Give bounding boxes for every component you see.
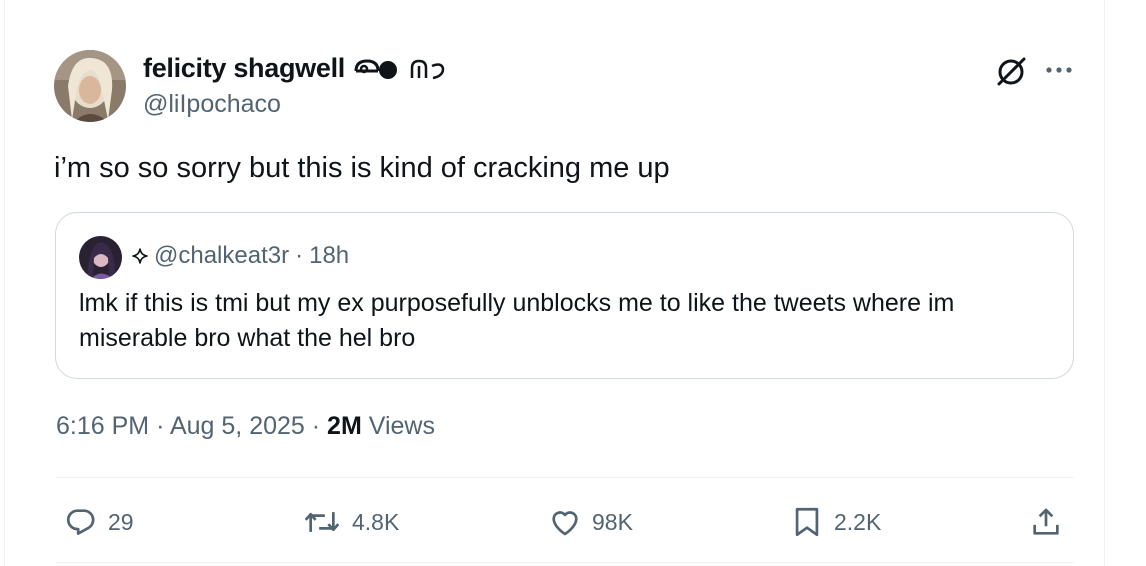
reply-button[interactable]: 29 [64,502,134,542]
ha-glyph-icon [410,59,445,79]
meta-separator: · [311,412,328,440]
tweet-meta: 6:16 PM · Aug 5, 2025 · 2M Views [56,412,435,441]
repost-icon [304,512,340,532]
quoted-handle[interactable]: @chalkeat3r [154,242,289,270]
reply-icon [66,509,95,535]
quoted-header: @chalkeat3r · 18h [132,242,349,270]
quoted-avatar[interactable] [79,236,122,279]
tweet-text: i’m so so sorry but this is kind of crac… [54,152,670,184]
quoted-text: lmk if this is tmi but my ex purposefull… [79,289,955,352]
repost-button[interactable]: 4.8K [302,502,399,542]
divider-top [56,477,1074,478]
more-icon[interactable] [1043,58,1075,82]
tweet-time[interactable]: 6:16 PM [56,412,149,440]
divider-bottom [56,562,1074,563]
mouse-emoji-icon [354,58,397,79]
tweet-date[interactable]: Aug 5, 2025 [170,412,305,440]
author-display-name[interactable]: felicity shagwell [143,53,447,84]
sparkle-icon [132,248,148,264]
views-count: 2M [327,412,362,440]
bookmark-button[interactable]: 2.2K [790,502,881,542]
quoted-tweet[interactable]: @chalkeat3r · 18h lmk if this is tmi but… [55,212,1074,379]
display-name-text: felicity shagwell [143,53,345,83]
bookmark-icon [795,507,819,537]
name-emoji [353,58,447,80]
reply-count: 29 [108,508,134,535]
views-label: Views [368,412,435,440]
like-count: 98K [592,508,633,535]
meta-separator: · [156,412,170,440]
share-icon [1033,508,1059,535]
repost-count: 4.8K [352,508,400,535]
tweet: felicity shagwell @liIpochaco i’m so so … [0,0,1146,566]
author-avatar[interactable] [54,50,126,122]
grok-icon[interactable] [995,56,1027,88]
quoted-separator: · [295,242,304,269]
share-button[interactable] [1029,502,1063,542]
author-handle[interactable]: @liIpochaco [143,90,281,119]
like-icon [552,511,578,536]
like-button[interactable]: 98K [548,502,633,542]
bookmark-count: 2.2K [834,508,882,535]
quoted-age[interactable]: 18h [309,242,349,270]
